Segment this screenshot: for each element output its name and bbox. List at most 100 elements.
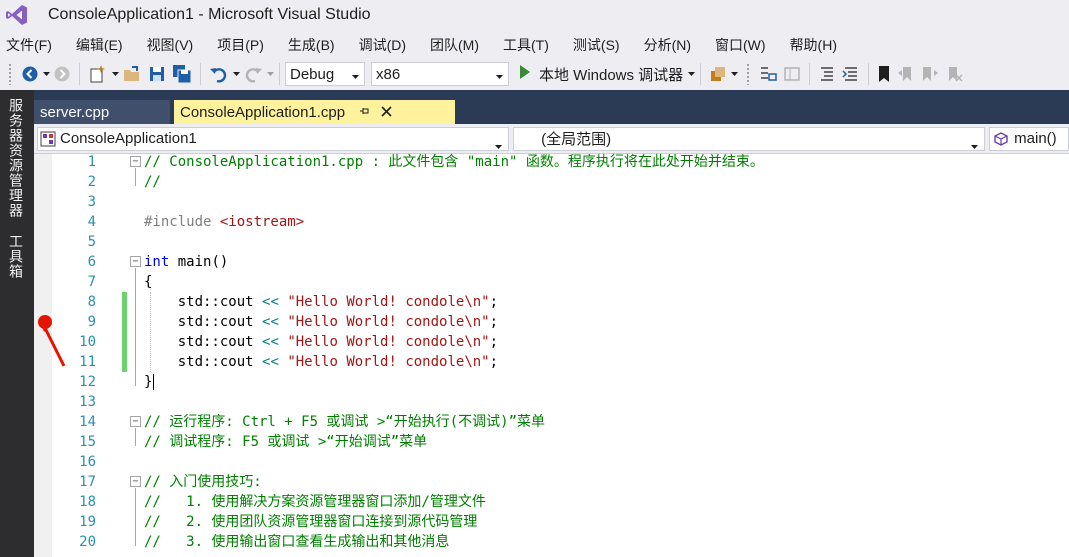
menu-file[interactable]: 文件(F): [0, 35, 52, 55]
code-line[interactable]: 3: [34, 192, 1069, 212]
new-project-button[interactable]: [85, 62, 111, 86]
chevron-down-icon[interactable]: [111, 72, 119, 76]
code-line[interactable]: 6 − int main(): [34, 252, 1069, 272]
code-text[interactable]: std::cout << "Hello World! condole\n";: [144, 352, 498, 372]
code-line[interactable]: 5: [34, 232, 1069, 252]
save-button[interactable]: [145, 62, 169, 86]
code-line[interactable]: 2 //: [34, 172, 1069, 192]
outline-guide: [135, 428, 136, 446]
code-text[interactable]: // 2. 使用团队资源管理器窗口连接到源代码管理: [144, 512, 477, 532]
annotation-arrow-icon: [40, 320, 66, 367]
code-editor[interactable]: 1−// ConsoleApplication1.cpp : 此文件包含 "ma…: [34, 154, 1069, 557]
start-debugging-button[interactable]: 本地 Windows 调试器: [515, 64, 687, 85]
code-text[interactable]: // ConsoleApplication1.cpp : 此文件包含 "main…: [144, 152, 764, 172]
uncomment-lines-button[interactable]: [839, 62, 863, 86]
code-line[interactable]: 18 // 1. 使用解决方案资源管理器窗口添加/管理文件: [34, 492, 1069, 512]
close-tab-icon[interactable]: [381, 104, 392, 121]
code-line[interactable]: 14 −// 运行程序: Ctrl + F5 或调试 >“开始执行(不调试)”菜单: [34, 412, 1069, 432]
toggle-bookmark-button[interactable]: [874, 62, 894, 86]
find-in-files-button[interactable]: [756, 62, 780, 86]
code-text[interactable]: // 1. 使用解决方案资源管理器窗口添加/管理文件: [144, 492, 486, 512]
toggle-pane-button[interactable]: [780, 62, 804, 86]
chevron-down-icon[interactable]: [232, 72, 240, 76]
code-text[interactable]: // 入门使用技巧:: [144, 472, 262, 492]
back-button[interactable]: [18, 62, 42, 86]
comment-lines-button[interactable]: [815, 62, 839, 86]
code-text[interactable]: #include <iostream>: [144, 212, 304, 232]
code-text[interactable]: std::cout << "Hello World! condole\n";: [144, 292, 498, 312]
menu-view[interactable]: 视图(V): [141, 35, 194, 55]
menu-team[interactable]: 团队(M): [424, 35, 479, 55]
toolbar-grip[interactable]: [8, 63, 12, 85]
menu-build[interactable]: 生成(B): [282, 35, 335, 55]
toolbar-grip[interactable]: [746, 63, 751, 85]
forward-button[interactable]: [50, 62, 74, 86]
next-bookmark-button[interactable]: [918, 62, 942, 86]
code-line[interactable]: 9 std::cout << "Hello World! condole\n";: [34, 312, 1069, 332]
chevron-down-icon[interactable]: [730, 72, 738, 76]
code-text[interactable]: //: [144, 172, 161, 192]
browser-link-button[interactable]: [706, 62, 730, 86]
menu-debug[interactable]: 调试(D): [353, 35, 406, 55]
menu-project[interactable]: 项目(P): [211, 35, 264, 55]
code-line[interactable]: 13: [34, 392, 1069, 412]
member-dropdown[interactable]: main(): [989, 126, 1069, 151]
clear-bookmarks-button[interactable]: [942, 62, 966, 86]
solution-platform-select[interactable]: x86: [371, 62, 509, 86]
tab-consoleapplication1-cpp[interactable]: ConsoleApplication1.cpp: [174, 100, 455, 124]
pane-icon: [783, 65, 801, 83]
collapse-outline-icon[interactable]: −: [130, 416, 141, 427]
bookmark-icon: [877, 65, 891, 83]
save-all-button[interactable]: [169, 62, 195, 86]
scope-dropdown[interactable]: (全局范围): [513, 126, 986, 153]
code-text[interactable]: int main(): [144, 252, 228, 272]
chevron-down-icon[interactable]: [42, 72, 50, 76]
toolbox-tab[interactable]: 工具箱: [6, 234, 26, 279]
code-line[interactable]: 19 // 2. 使用团队资源管理器窗口连接到源代码管理: [34, 512, 1069, 532]
next-bookmark-icon: [921, 65, 939, 83]
code-line[interactable]: 8 std::cout << "Hello World! condole\n";: [34, 292, 1069, 312]
code-line[interactable]: 10 std::cout << "Hello World! condole\n"…: [34, 332, 1069, 352]
menu-window[interactable]: 窗口(W): [709, 35, 766, 55]
chevron-down-icon: [971, 136, 979, 153]
code-token: // 3. 使用输出窗口查看生成输出和其他消息: [144, 534, 450, 550]
redo-button[interactable]: [240, 62, 266, 86]
tab-label: ConsoleApplication1.cpp: [180, 103, 346, 121]
code-text[interactable]: std::cout << "Hello World! condole\n";: [144, 312, 498, 332]
chevron-down-icon[interactable]: [687, 72, 695, 76]
menu-help[interactable]: 帮助(H): [784, 35, 837, 55]
menu-analyze[interactable]: 分析(N): [638, 35, 691, 55]
code-text[interactable]: // 调试程序: F5 或调试 >“开始调试”菜单: [144, 432, 427, 452]
code-text[interactable]: // 运行程序: Ctrl + F5 或调试 >“开始执行(不调试)”菜单: [144, 412, 545, 432]
collapse-outline-icon[interactable]: −: [130, 156, 141, 167]
code-line[interactable]: 7{: [34, 272, 1069, 292]
menu-test[interactable]: 测试(S): [567, 35, 620, 55]
code-line[interactable]: 1 −// ConsoleApplication1.cpp : 此文件包含 "ma…: [34, 152, 1069, 172]
undo-button[interactable]: [206, 62, 232, 86]
pin-tab-icon[interactable]: [359, 105, 371, 120]
collapse-outline-icon[interactable]: −: [130, 256, 141, 267]
code-line[interactable]: 15 // 调试程序: F5 或调试 >“开始调试”菜单: [34, 432, 1069, 452]
code-line[interactable]: 12}: [34, 372, 1069, 392]
collapse-outline-icon[interactable]: −: [130, 476, 141, 487]
code-line[interactable]: 4 #include <iostream>: [34, 212, 1069, 232]
code-line[interactable]: 17 −// 入门使用技巧:: [34, 472, 1069, 492]
server-explorer-tab[interactable]: 服务器资源管理器: [6, 98, 26, 218]
line-number: 2: [87, 174, 96, 190]
previous-bookmark-button[interactable]: [894, 62, 918, 86]
chevron-down-icon[interactable]: [266, 72, 274, 76]
line-number: 3: [87, 194, 96, 210]
project-dropdown[interactable]: ConsoleApplication1: [37, 126, 510, 151]
code-text[interactable]: std::cout << "Hello World! condole\n";: [144, 332, 498, 352]
menu-tools[interactable]: 工具(T): [497, 35, 549, 55]
code-line[interactable]: 20 // 3. 使用输出窗口查看生成输出和其他消息: [34, 532, 1069, 552]
code-text[interactable]: {: [144, 272, 152, 292]
menu-edit[interactable]: 编辑(E): [70, 35, 123, 55]
code-text[interactable]: }: [144, 372, 152, 392]
open-file-button[interactable]: [119, 62, 145, 86]
code-text[interactable]: // 3. 使用输出窗口查看生成输出和其他消息: [144, 532, 449, 552]
code-line[interactable]: 16: [34, 452, 1069, 472]
code-line[interactable]: 11 std::cout << "Hello World! condole\n"…: [34, 352, 1069, 372]
tab-server-cpp[interactable]: server.cpp: [34, 100, 170, 124]
solution-configuration-select[interactable]: Debug: [285, 62, 365, 86]
